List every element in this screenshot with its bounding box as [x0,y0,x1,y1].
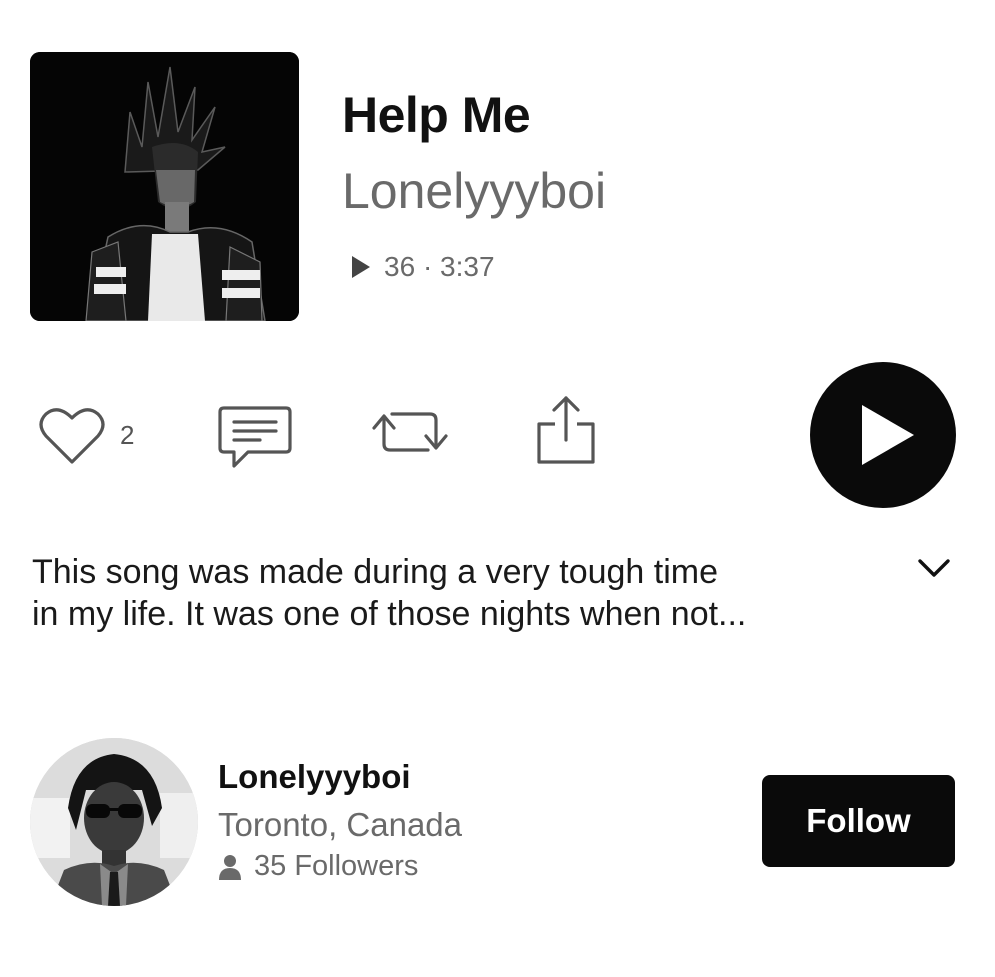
followers-count: 35 Followers [254,850,419,882]
track-title: Help Me [342,87,531,143]
like-button[interactable]: 2 [38,404,134,466]
artist-location: Toronto, Canada [218,806,463,843]
chevron-down-icon [918,559,950,577]
track-description[interactable]: This song was made during a very tough t… [32,551,852,635]
track-cover-art[interactable] [30,52,299,321]
share-button[interactable] [533,394,599,466]
follow-button[interactable]: Follow [762,775,955,867]
description-line: in my life. It was one of those nights w… [32,595,747,633]
person-icon [219,854,241,880]
track-duration: 3:37 [440,251,495,282]
description-line: This song was made during a very tough t… [32,553,719,591]
anime-character-artwork [30,52,299,321]
track-stats: 36 · 3:37 [352,251,495,283]
share-icon [537,396,595,464]
play-count: 36 [384,251,416,282]
comment-icon [218,406,292,468]
artist-name-link[interactable]: Lonelyyyboi [218,758,411,796]
like-count: 2 [120,419,135,450]
artist-photo [30,738,198,906]
play-button[interactable] [810,362,956,508]
stats-separator: · [422,251,433,282]
artist-followers: 35 Followers [218,850,418,883]
artist-avatar[interactable] [30,738,198,906]
track-artist-link[interactable]: Lonelyyyboi [342,162,606,220]
comment-button[interactable] [218,404,292,470]
play-count-icon [352,256,370,278]
play-icon [862,405,914,465]
repost-icon [372,412,448,452]
heart-icon [39,408,105,464]
expand-description-button[interactable] [914,553,954,583]
repost-button[interactable] [370,404,450,460]
